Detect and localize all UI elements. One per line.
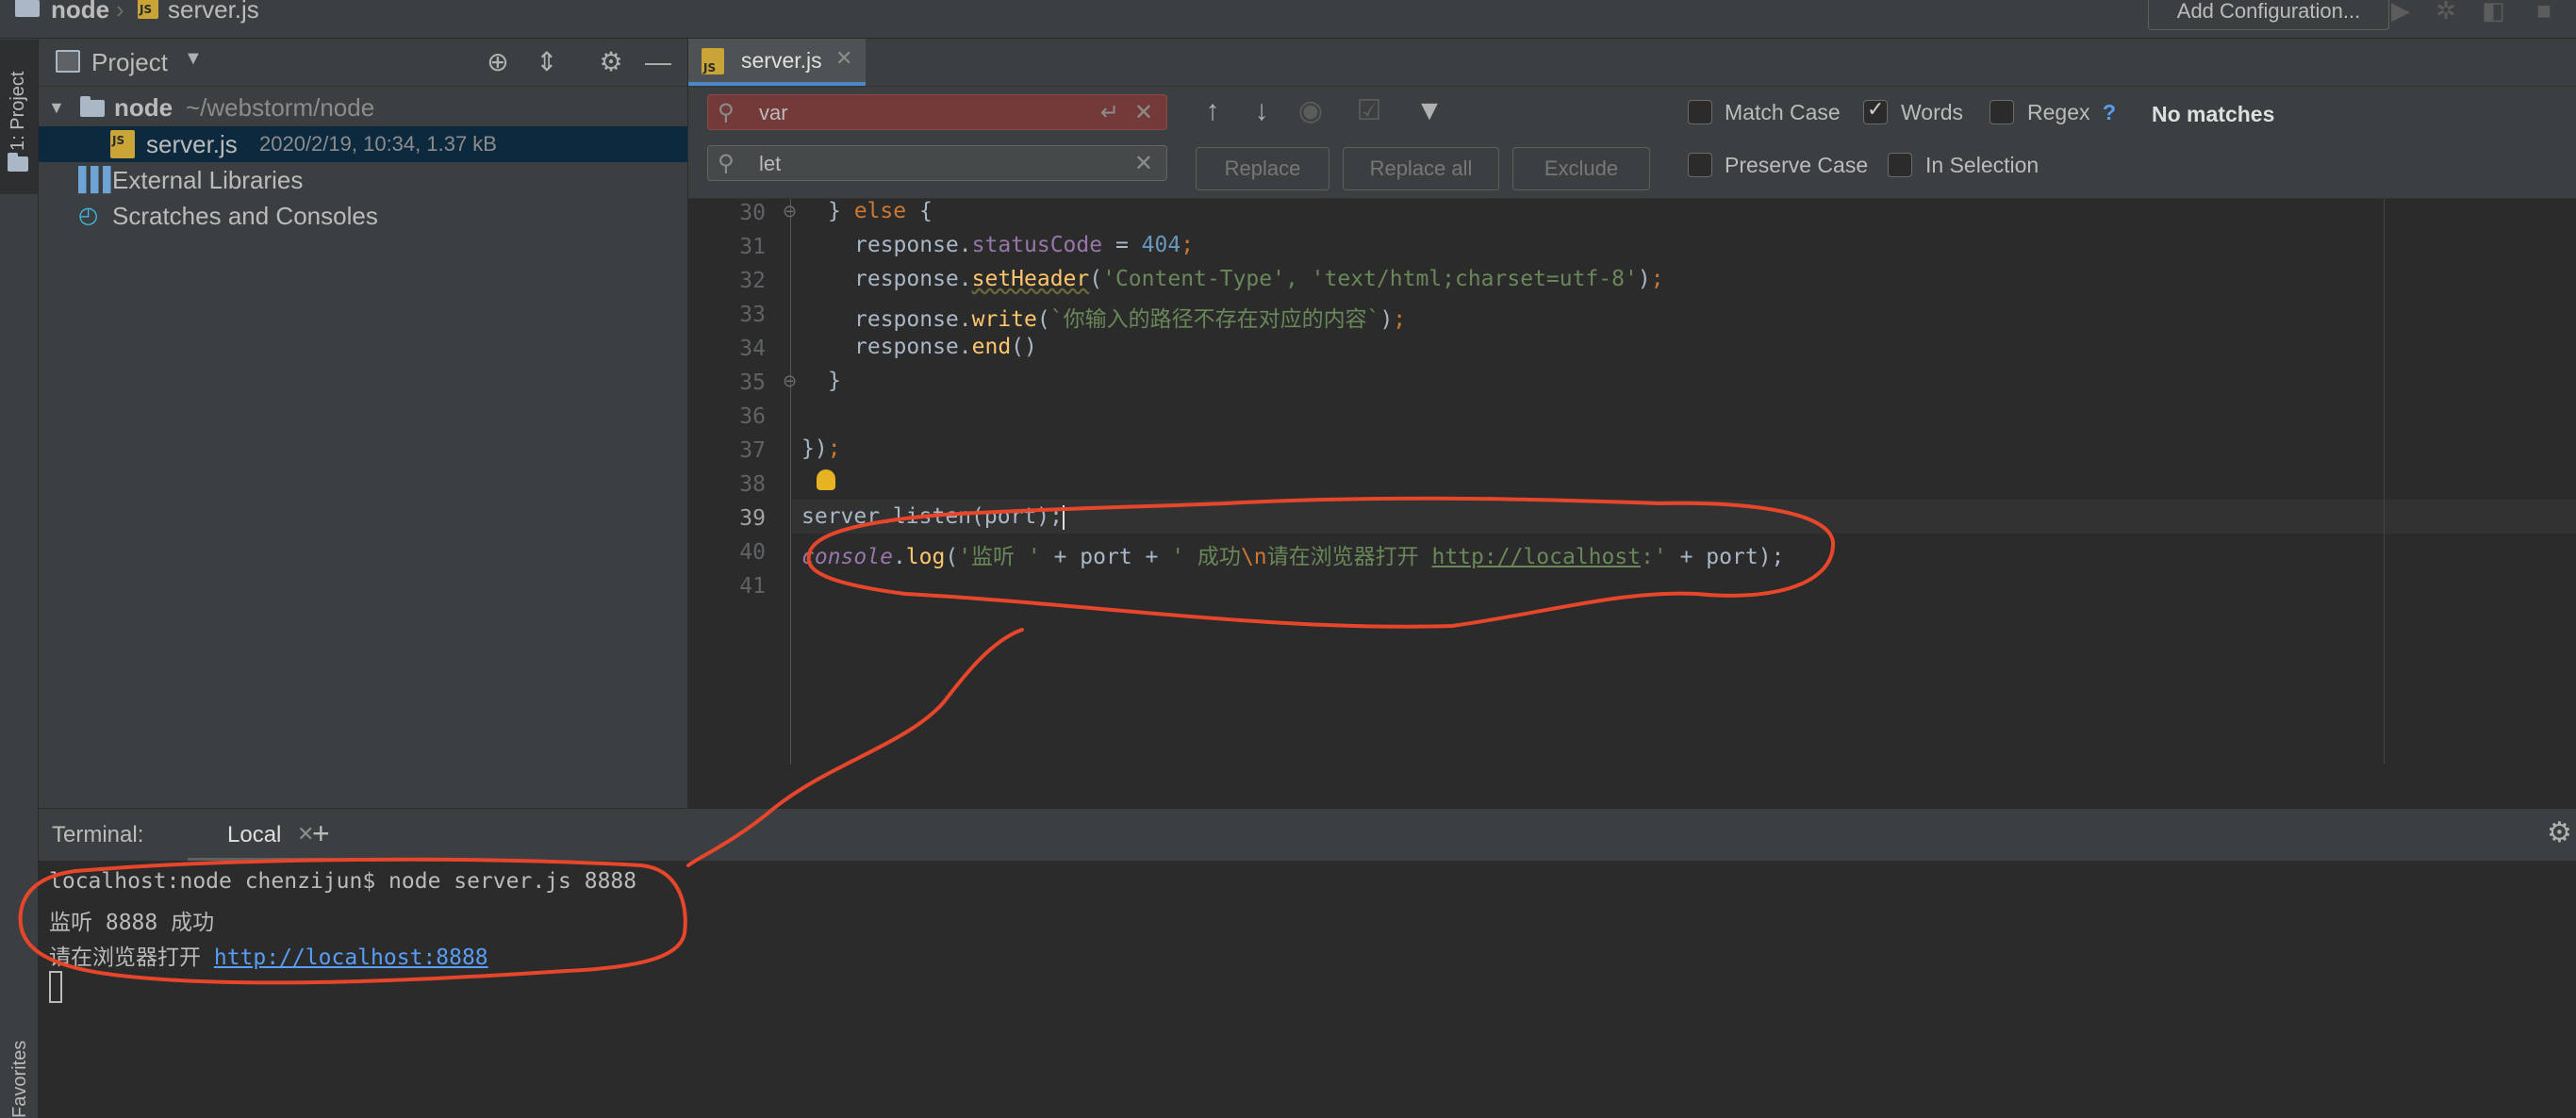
code-annotation-loop	[806, 496, 1836, 629]
connector-annotation-line	[686, 628, 1024, 867]
terminal-annotation-loop	[18, 857, 687, 985]
annotation-overlay	[18, 496, 1836, 985]
